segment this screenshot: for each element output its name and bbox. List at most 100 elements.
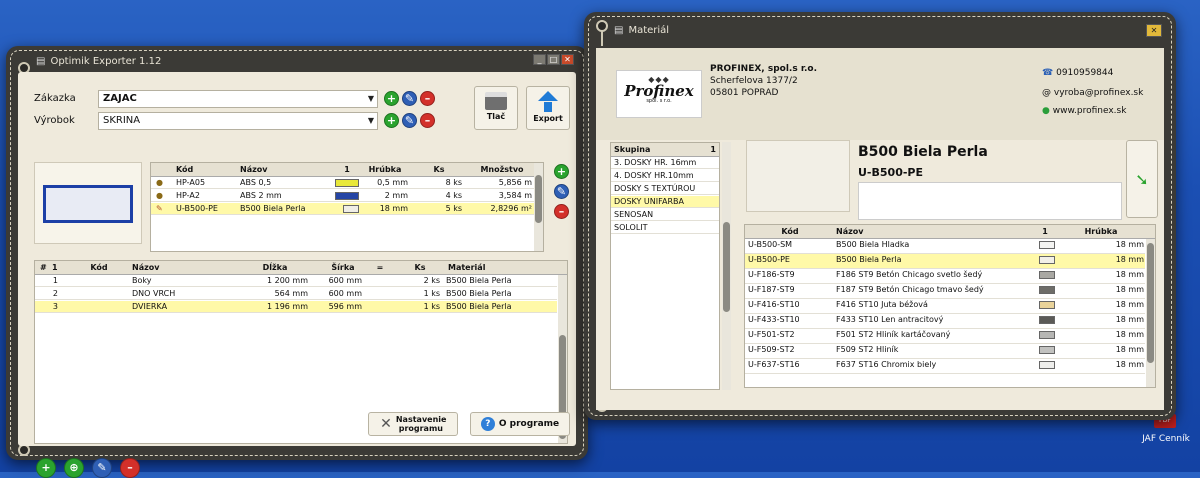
minimize-button[interactable]: _ — [533, 54, 546, 65]
groups-list[interactable]: Skupina 1 3. DOSKY HR. 16mm 4. DOSKY HR.10… — [610, 142, 720, 390]
material-name: F416 ST10 Juta béžová — [836, 300, 928, 309]
material-swatch — [1039, 256, 1055, 264]
group-item[interactable]: SENOSAN — [611, 209, 719, 221]
wrench-icon: ✕ — [380, 416, 392, 432]
export-button[interactable]: Export — [526, 86, 570, 130]
part-code — [71, 301, 127, 313]
company-header: ◆◆◆ Profinex spol. s r.o. PROFINEX, spol… — [596, 48, 1164, 140]
group-item[interactable]: DOSKY UNIFARBA — [611, 196, 719, 208]
edge-tool-icon: ✎ — [156, 204, 163, 213]
part-name: Boky — [132, 276, 152, 285]
material-thickness: 18 mm — [1115, 255, 1144, 264]
window-title: Materiál — [628, 24, 670, 36]
group-item[interactable]: SOLOLIT — [611, 222, 719, 234]
material-name: F186 ST9 Betón Chicago svetlo šedý — [836, 270, 983, 279]
edit-vyrobok-button[interactable]: ✎ — [402, 113, 417, 128]
edge-swatch — [335, 179, 359, 187]
group-item[interactable]: 4. DOSKY HR.10mm — [611, 170, 719, 182]
material-row[interactable]: U-F186-ST9 F186 ST9 Betón Chicago svetlo … — [745, 269, 1145, 284]
edges-grid[interactable]: Kód Názov 1 Hrúbka Ks Množstvo ● HP-A05 ABS 0,5… — [150, 162, 544, 252]
edge-row[interactable]: ● HP-A05 ABS 0,5 0,5 mm 8 ks 5,856 m — [151, 177, 543, 189]
edge-row[interactable]: ✎ U-B500-PE B500 Biela Perla 18 mm 5 ks 2,829… — [151, 203, 543, 215]
column-header: 1 — [344, 165, 350, 174]
phone-icon: ☎ — [1042, 68, 1054, 78]
edge-amount: 5,856 m — [498, 178, 532, 187]
company-email[interactable]: @ vyroba@profinex.sk — [1042, 88, 1143, 98]
print-button[interactable]: Tlač — [474, 86, 518, 130]
material-row[interactable]: U-F433-ST10 F433 ST10 Len antracitový 18 m… — [745, 314, 1145, 329]
close-button[interactable]: ✕ — [561, 54, 574, 65]
column-header: Ks — [414, 263, 426, 272]
delete-edge-button[interactable]: – — [554, 204, 569, 219]
material-code: U-F433-ST10 — [748, 315, 800, 324]
edge-name: ABS 0,5 — [240, 178, 272, 187]
edge-thickness: 18 mm — [379, 204, 408, 213]
close-button[interactable]: ✕ — [1146, 24, 1162, 37]
material-row[interactable]: U-F501-ST2 F501 ST2 Hliník kartáčovaný 18 … — [745, 329, 1145, 344]
column-header: Názov — [240, 165, 268, 174]
about-button[interactable]: ? O programe — [470, 412, 570, 436]
material-swatch — [1039, 331, 1055, 339]
column-header: Materiál — [448, 263, 486, 272]
material-note[interactable] — [858, 182, 1122, 220]
settings-button[interactable]: ✕ Nastavenie programu — [368, 412, 458, 436]
group-label: 4. DOSKY HR.10mm — [614, 171, 694, 180]
desktop-icon-jaf-cennik[interactable]: PDF JAF Cenník — [1136, 414, 1196, 454]
delete-zakazka-button[interactable]: – — [420, 91, 435, 106]
edge-amount: 2,8296 m² — [490, 204, 532, 213]
material-name: F187 ST9 Betón Chicago tmavo šedý — [836, 285, 984, 294]
edit-zakazka-button[interactable]: ✎ — [402, 91, 417, 106]
column-header: Názov — [132, 263, 160, 272]
group-label: SOLOLIT — [614, 223, 648, 232]
add-edge-button[interactable]: + — [554, 164, 569, 179]
material-row[interactable]: U-B500-SM B500 Biela Hladka 18 mm — [745, 239, 1145, 254]
material-row[interactable]: U-F637-ST16 F637 ST16 Chromix biely 18 mm — [745, 359, 1145, 374]
column-header: 1 — [1042, 227, 1048, 236]
groups-scrollbar[interactable] — [722, 142, 731, 390]
material-name: F433 ST10 Len antracitový — [836, 315, 944, 324]
company-phone: ☎ 0910959844 — [1042, 68, 1114, 78]
add-zakazka-button[interactable]: + — [384, 91, 399, 106]
material-row[interactable]: U-F416-ST10 F416 ST10 Juta béžová 18 mm — [745, 299, 1145, 314]
optimik-window: ▤ Optimik Exporter 1.12 _ □ ✕ Zákazka ZA… — [6, 46, 588, 478]
material-row[interactable]: U-F509-ST2 F509 ST2 Hliník 18 mm — [745, 344, 1145, 359]
column-header: = — [376, 263, 384, 272]
maximize-button[interactable]: □ — [547, 54, 560, 65]
material-code: U-F186-ST9 — [748, 270, 795, 279]
column-header: Kód — [90, 263, 108, 272]
vyrobok-combo[interactable]: SKRINA ▼ — [98, 112, 378, 130]
globe-icon: ● — [1042, 106, 1050, 116]
group-item[interactable]: DOSKY S TEXTÚROU — [611, 183, 719, 195]
company-web[interactable]: ● www.profinex.sk — [1042, 106, 1126, 116]
material-row[interactable]: U-F187-ST9 F187 ST9 Betón Chicago tmavo š… — [745, 284, 1145, 299]
material-code: U-F509-ST2 — [748, 345, 795, 354]
delete-part-button[interactable]: – — [120, 458, 140, 478]
part-row[interactable]: 3 DVIERKA 1 196 mm 596 mm 1 ks B500 Biela Per… — [35, 301, 557, 313]
edit-part-button[interactable]: ✎ — [92, 458, 112, 478]
edge-swatch — [343, 205, 359, 213]
material-swatch — [1039, 361, 1055, 369]
material-thickness: 18 mm — [1115, 270, 1144, 279]
materials-grid[interactable]: Kód Názov 1 Hrúbka U-B500-SM B500 Biela Hlad… — [744, 224, 1156, 388]
apply-material-button[interactable]: ➘ — [1126, 140, 1158, 218]
part-code — [71, 288, 127, 300]
add-part-button[interactable]: + — [36, 458, 56, 478]
part-row[interactable]: 1 Boky 1 200 mm 600 mm 2 ks B500 Biela Perla — [35, 275, 557, 287]
copy-part-button[interactable]: ⊕ — [64, 458, 84, 478]
edge-thickness: 0,5 mm — [377, 178, 408, 187]
zakazka-combo[interactable]: ZAJAC ▼ — [98, 90, 378, 108]
edge-amount: 3,584 m — [498, 191, 532, 200]
part-width: 600 mm — [328, 289, 362, 298]
part-row[interactable]: 2 DNO VRCH 564 mm 600 mm 1 ks B500 Biela Perl… — [35, 288, 557, 300]
edge-name: ABS 2 mm — [240, 191, 282, 200]
material-swatch — [1039, 301, 1055, 309]
column-header: Šírka — [331, 263, 355, 272]
edit-edge-button[interactable]: ✎ — [554, 184, 569, 199]
group-item[interactable]: 3. DOSKY HR. 16mm — [611, 157, 719, 169]
material-titlebar: ▤ Materiál — [584, 12, 1176, 48]
add-vyrobok-button[interactable]: + — [384, 113, 399, 128]
part-qty: 1 ks — [423, 289, 440, 298]
edge-row[interactable]: ● HP-A2 ABS 2 mm 2 mm 4 ks 3,584 m — [151, 190, 543, 202]
delete-vyrobok-button[interactable]: – — [420, 113, 435, 128]
material-row[interactable]: U-B500-PE B500 Biela Perla 18 mm — [745, 254, 1145, 269]
